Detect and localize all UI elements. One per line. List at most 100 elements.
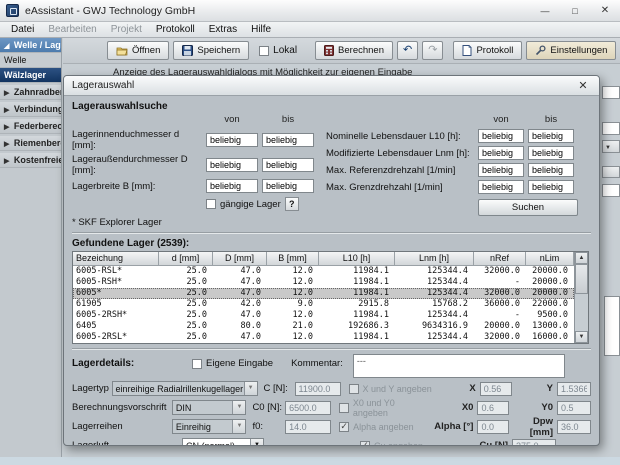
innendurchmesser-bis-input[interactable] bbox=[262, 133, 314, 147]
lagertyp-value: einreihige Radialrillenkugellager bbox=[113, 384, 244, 394]
table-row-selected[interactable]: 6005*25.047.012.011984.1125344.432000.02… bbox=[73, 288, 574, 299]
lokal-checkbox-row[interactable]: Lokal bbox=[259, 45, 297, 56]
column-header[interactable]: nLim bbox=[526, 252, 574, 266]
c-input[interactable] bbox=[295, 382, 341, 396]
lnm-von-input[interactable] bbox=[478, 146, 524, 160]
scrollbar-thumb[interactable] bbox=[575, 264, 588, 294]
table-row[interactable]: 640525.080.021.0192686.39634316.920000.0… bbox=[73, 321, 574, 332]
menu-item-bearbeiten[interactable]: Bearbeiten bbox=[41, 24, 103, 35]
table-row[interactable]: 6005-RSL*25.047.012.011984.1125344.43200… bbox=[73, 266, 574, 277]
cell: 32000.0 bbox=[474, 288, 526, 299]
minimize-button[interactable]: — bbox=[530, 0, 560, 21]
cell: 47.0 bbox=[213, 288, 267, 299]
column-header[interactable]: Lnm [h] bbox=[395, 252, 474, 266]
alpha-input[interactable] bbox=[477, 420, 509, 434]
table-row[interactable]: 6190525.042.09.02915.815768.236000.02200… bbox=[73, 299, 574, 310]
sidebar-item-waelzlager[interactable]: Wälzlager bbox=[0, 68, 61, 83]
column-header[interactable]: Bezeichung bbox=[73, 252, 159, 266]
undo-button[interactable]: ↶ bbox=[397, 41, 418, 60]
menu-item-hilfe[interactable]: Hilfe bbox=[244, 24, 278, 35]
dpw-input[interactable] bbox=[557, 420, 591, 434]
menu-item-datei[interactable]: Datei bbox=[4, 24, 41, 35]
open-button[interactable]: Öffnen bbox=[107, 41, 169, 60]
column-header[interactable]: L10 [h] bbox=[319, 252, 395, 266]
c0-input[interactable] bbox=[285, 401, 331, 415]
lagerbreite-bis-input[interactable] bbox=[262, 179, 314, 193]
menu-item-projekt[interactable]: Projekt bbox=[104, 24, 149, 35]
column-header[interactable]: D [mm] bbox=[213, 252, 267, 266]
floppy-icon bbox=[182, 45, 193, 56]
sidebar-item-riemenberechnung[interactable]: ▶ Riemenberech bbox=[0, 136, 61, 151]
cu-input[interactable] bbox=[512, 439, 556, 447]
redo-button[interactable]: ↷ bbox=[422, 41, 443, 60]
x0y0-angeben-checkbox[interactable] bbox=[339, 403, 349, 413]
referenzdrehzahl-von-input[interactable] bbox=[478, 163, 524, 177]
cell: 11984.1 bbox=[319, 332, 395, 343]
l10-bis-input[interactable] bbox=[528, 129, 574, 143]
sidebar-item-zahnradberechnung[interactable]: ▶ Zahnradberech bbox=[0, 85, 61, 100]
column-header[interactable]: nRef bbox=[474, 252, 526, 266]
referenzdrehzahl-bis-input[interactable] bbox=[528, 163, 574, 177]
aussendurchmesser-von-input[interactable] bbox=[206, 158, 258, 172]
cell: 80.0 bbox=[213, 321, 267, 332]
lagerreihen-combo[interactable]: Einreihig ▼ bbox=[172, 419, 247, 434]
table-row[interactable]: 6005-2RSH*25.047.012.011984.1125344.4-95… bbox=[73, 310, 574, 321]
einstellungen-button[interactable]: Einstellungen bbox=[526, 41, 616, 60]
suchen-button[interactable]: Suchen bbox=[478, 199, 578, 216]
dialog-close-icon[interactable]: ✕ bbox=[575, 79, 591, 92]
scroll-up-icon[interactable]: ▲ bbox=[575, 252, 588, 264]
lnm-bis-input[interactable] bbox=[528, 146, 574, 160]
sidebar-item-verbindungen[interactable]: ▶ Verbindungen bbox=[0, 102, 61, 117]
help-question-button[interactable]: ? bbox=[285, 197, 299, 211]
kommentar-textarea[interactable]: --- bbox=[353, 354, 565, 378]
innendurchmesser-von-input[interactable] bbox=[206, 133, 258, 147]
alpha-angeben-checkbox[interactable]: ✓ bbox=[339, 422, 349, 432]
scroll-down-icon[interactable]: ▼ bbox=[575, 331, 588, 343]
save-button[interactable]: Speichern bbox=[173, 41, 249, 60]
menu-item-extras[interactable]: Extras bbox=[202, 24, 244, 35]
c-label: C [N]: bbox=[264, 383, 295, 394]
xy-angeben-checkbox[interactable] bbox=[349, 384, 359, 394]
lagertyp-combo[interactable]: einreihige Radialrillenkugellager ▼ bbox=[112, 381, 258, 396]
sidebar-item-welle[interactable]: Welle bbox=[0, 53, 61, 68]
table-row[interactable]: 6005-RSH*25.047.012.011984.1125344.4-200… bbox=[73, 277, 574, 288]
cell: 25.0 bbox=[159, 321, 213, 332]
maximize-button[interactable]: □ bbox=[560, 0, 590, 21]
lagerluft-combo[interactable]: CN (normal) ▼ bbox=[182, 438, 264, 446]
grenzdrehzahl-von-input[interactable] bbox=[478, 180, 524, 194]
gaengige-lager-label: gängige Lager bbox=[220, 199, 281, 210]
protokoll-button[interactable]: Protokoll bbox=[453, 41, 522, 60]
y0-input[interactable] bbox=[557, 401, 591, 415]
sidebar-item-welle-lager[interactable]: ◢ Welle / Lager bbox=[0, 38, 61, 53]
y-input[interactable] bbox=[557, 382, 591, 396]
collapse-icon: ▶ bbox=[4, 141, 9, 148]
grenzdrehzahl-bis-input[interactable] bbox=[528, 180, 574, 194]
aussendurchmesser-bis-input[interactable] bbox=[262, 158, 314, 172]
column-header[interactable]: d [mm] bbox=[159, 252, 213, 266]
lagerbreite-von-input[interactable] bbox=[206, 179, 258, 193]
gaengige-lager-checkbox[interactable] bbox=[206, 199, 216, 209]
cell: 12.0 bbox=[267, 266, 319, 277]
scrollbar-track[interactable] bbox=[575, 294, 588, 331]
lokal-checkbox[interactable] bbox=[259, 46, 269, 56]
lagerluft-label: Lagerluft bbox=[72, 440, 182, 446]
x-input[interactable] bbox=[480, 382, 512, 396]
cu-angeben-checkbox[interactable]: ✓ bbox=[360, 441, 370, 447]
cell: 47.0 bbox=[213, 266, 267, 277]
sidebar-item-federberechnung[interactable]: ▶ Federberechnu bbox=[0, 119, 61, 134]
cell: 125344.4 bbox=[395, 310, 474, 321]
eigene-eingabe-checkbox[interactable] bbox=[192, 359, 202, 369]
menu-item-protokoll[interactable]: Protokoll bbox=[149, 24, 202, 35]
x0-input[interactable] bbox=[477, 401, 509, 415]
column-header[interactable]: B [mm] bbox=[267, 252, 319, 266]
l10-von-input[interactable] bbox=[478, 129, 524, 143]
title-bar: eAssistant - GWJ Technology GmbH — □ ✕ bbox=[0, 0, 620, 22]
close-button[interactable]: ✕ bbox=[590, 0, 620, 21]
berechnen-button[interactable]: Berechnen bbox=[315, 41, 393, 60]
f0-input[interactable] bbox=[285, 420, 331, 434]
vorschrift-combo[interactable]: DIN ▼ bbox=[172, 400, 247, 415]
sidebar-item-kostenfreie-module[interactable]: ▶ Kostenfreie Mo bbox=[0, 153, 61, 168]
table-scrollbar[interactable]: ▲ ▼ bbox=[574, 252, 588, 343]
vorschrift-value: DIN bbox=[173, 403, 233, 413]
table-row[interactable]: 6005-2RSL*25.047.012.011984.1125344.4320… bbox=[73, 332, 574, 343]
